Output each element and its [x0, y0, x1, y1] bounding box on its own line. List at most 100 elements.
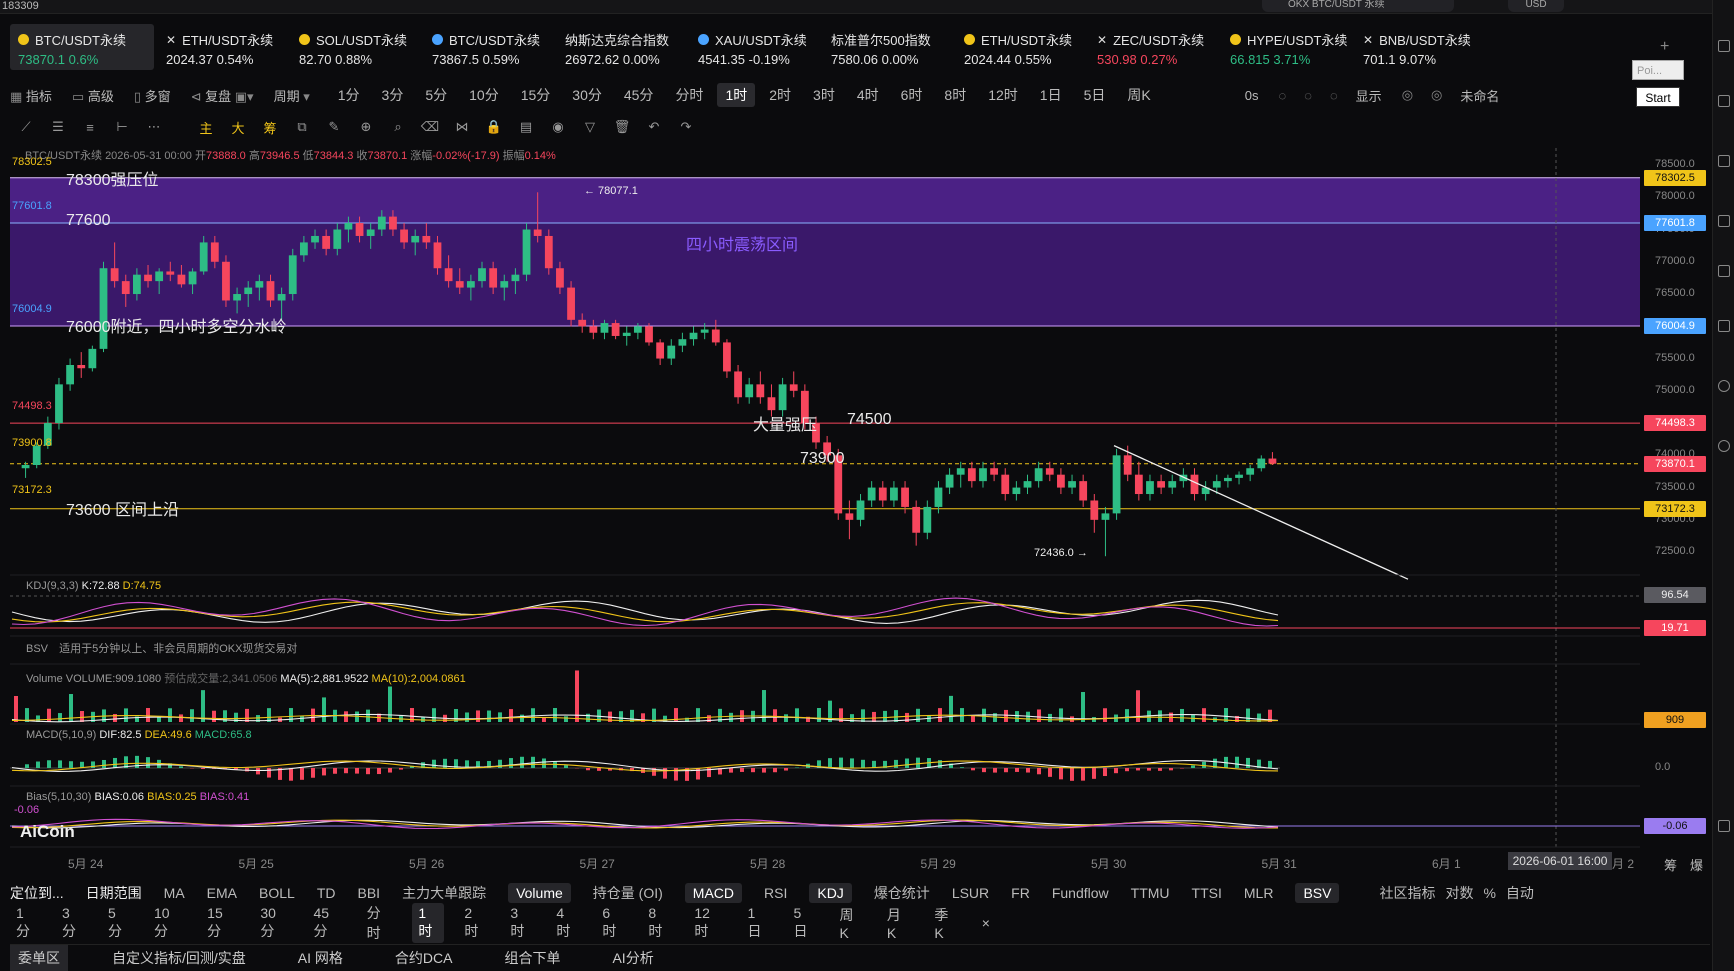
- period-11[interactable]: 4时: [550, 903, 582, 943]
- indicator-10[interactable]: KDJ: [809, 883, 852, 903]
- macd-bar: [113, 757, 117, 768]
- indicator-16[interactable]: TTSI: [1192, 885, 1222, 901]
- period-0[interactable]: 1分: [10, 903, 42, 943]
- macd-bar: [773, 768, 777, 773]
- bottom-tab-0[interactable]: 委单区: [10, 945, 68, 971]
- period-4[interactable]: 15分: [201, 903, 240, 943]
- period-1[interactable]: 3分: [56, 903, 88, 943]
- bottom-tab-1[interactable]: 自定义指标/回测/实盘: [104, 945, 254, 971]
- indicator-left-0[interactable]: 定位到...: [10, 883, 64, 903]
- indicator-3[interactable]: TD: [317, 885, 336, 901]
- candle-body: [233, 294, 241, 301]
- period-18[interactable]: 月K: [881, 903, 914, 943]
- indicator-2[interactable]: BOLL: [259, 885, 295, 901]
- bias-last-label: -0.06: [1644, 818, 1706, 834]
- indicator-13[interactable]: FR: [1011, 885, 1030, 901]
- period-17[interactable]: 周K: [833, 903, 866, 943]
- volume-bar: [509, 709, 513, 722]
- volume-bar: [366, 709, 370, 722]
- candle-body: [600, 323, 609, 333]
- period-2[interactable]: 5分: [102, 903, 134, 943]
- indicator-7[interactable]: 持仓量 (OI): [593, 883, 663, 903]
- bottom-tab-3[interactable]: 合约DCA: [387, 945, 461, 971]
- indicator-8[interactable]: MACD: [684, 883, 743, 903]
- candle-body: [967, 468, 976, 482]
- period-15[interactable]: 1日: [741, 903, 773, 943]
- candle-body: [645, 326, 653, 343]
- candle-body: [1045, 468, 1054, 475]
- indicator-5[interactable]: 主力大单跟踪: [402, 883, 486, 903]
- indicator-18[interactable]: BSV: [1295, 883, 1340, 903]
- bottom-tab-5[interactable]: AI分析: [604, 945, 661, 971]
- volume-bar: [322, 697, 326, 722]
- period-14[interactable]: 12时: [688, 903, 727, 943]
- candle-body: [956, 468, 965, 475]
- candle-body: [66, 365, 74, 385]
- candle-body: [244, 287, 253, 295]
- indicator-15[interactable]: TTMU: [1131, 885, 1170, 901]
- x-tick-1: 5月 25: [238, 857, 274, 871]
- volume-bar: [520, 714, 524, 722]
- indicator-14[interactable]: Fundflow: [1052, 885, 1109, 901]
- candle-body: [667, 345, 676, 359]
- close-icon[interactable]: ×: [976, 913, 996, 933]
- y-tick-12: 72500.0: [1655, 545, 1695, 558]
- candle-body: [489, 268, 498, 288]
- period-7[interactable]: 分时: [361, 901, 399, 945]
- period-8[interactable]: 1时: [412, 903, 445, 943]
- period-9[interactable]: 2时: [458, 903, 490, 943]
- indicator-4[interactable]: BBI: [358, 885, 381, 901]
- flag-icon[interactable]: [1718, 215, 1730, 227]
- indicator-right-0[interactable]: 社区指标: [1379, 883, 1435, 903]
- macd-bar: [597, 768, 601, 771]
- candle-body: [433, 242, 442, 269]
- layout-icon[interactable]: [1718, 40, 1730, 52]
- period-12[interactable]: 6时: [596, 903, 628, 943]
- indicator-right-2[interactable]: %: [1483, 885, 1495, 901]
- macd-bar: [344, 768, 348, 774]
- period-5[interactable]: 30分: [254, 903, 293, 943]
- price-label-0: 78302.5: [1644, 169, 1706, 186]
- kdj-low-label: 19.71: [1644, 620, 1706, 636]
- indicator-right-3[interactable]: 自动: [1506, 883, 1534, 903]
- indicator-0[interactable]: MA: [164, 885, 185, 901]
- list-icon[interactable]: [1718, 95, 1730, 107]
- candle-body: [1168, 481, 1177, 488]
- price-chart[interactable]: [0, 0, 1712, 880]
- chip-button[interactable]: 筹: [1664, 855, 1677, 874]
- bottom-tab-2[interactable]: AI 网格: [290, 945, 351, 971]
- period-6[interactable]: 45分: [307, 903, 346, 943]
- pin-icon[interactable]: [1718, 155, 1730, 167]
- indicator-9[interactable]: RSI: [764, 885, 787, 901]
- indicator-17[interactable]: MLR: [1244, 885, 1274, 901]
- monitor-icon[interactable]: [1718, 265, 1730, 277]
- candle-body: [789, 384, 798, 391]
- period-10[interactable]: 3时: [504, 903, 536, 943]
- macd-bar: [1037, 768, 1041, 775]
- indicator-12[interactable]: LSUR: [952, 885, 989, 901]
- zone-label: 四小时震荡区间: [686, 237, 799, 254]
- indicator-right-1[interactable]: 对数: [1445, 883, 1473, 903]
- macd-bar: [1004, 768, 1008, 773]
- price-label-1: 77601.8: [1644, 214, 1706, 231]
- indicator-left-1[interactable]: 日期范围: [86, 883, 142, 903]
- x-tick-2: 5月 26: [409, 857, 445, 871]
- bottom-tab-4[interactable]: 组合下单: [496, 945, 568, 971]
- annotation-78300: 78300强压位: [66, 172, 159, 189]
- calendar-icon[interactable]: [1718, 320, 1730, 332]
- settings-icon[interactable]: [1718, 380, 1730, 392]
- period-3[interactable]: 10分: [148, 903, 187, 943]
- indicator-11[interactable]: 爆仓统计: [874, 883, 930, 903]
- indicator-1[interactable]: EMA: [207, 885, 237, 901]
- period-19[interactable]: 季K: [928, 903, 961, 943]
- liquidation-button[interactable]: 爆: [1690, 855, 1703, 874]
- macd-bar: [960, 767, 964, 768]
- phone-icon[interactable]: [1718, 820, 1730, 832]
- period-13[interactable]: 8时: [642, 903, 674, 943]
- macd-bar: [58, 760, 62, 768]
- indicator-6[interactable]: Volume: [508, 883, 571, 903]
- macd-bar: [267, 768, 271, 778]
- period-16[interactable]: 5日: [787, 903, 819, 943]
- globe-icon[interactable]: [1718, 440, 1730, 452]
- candle-body: [511, 274, 520, 282]
